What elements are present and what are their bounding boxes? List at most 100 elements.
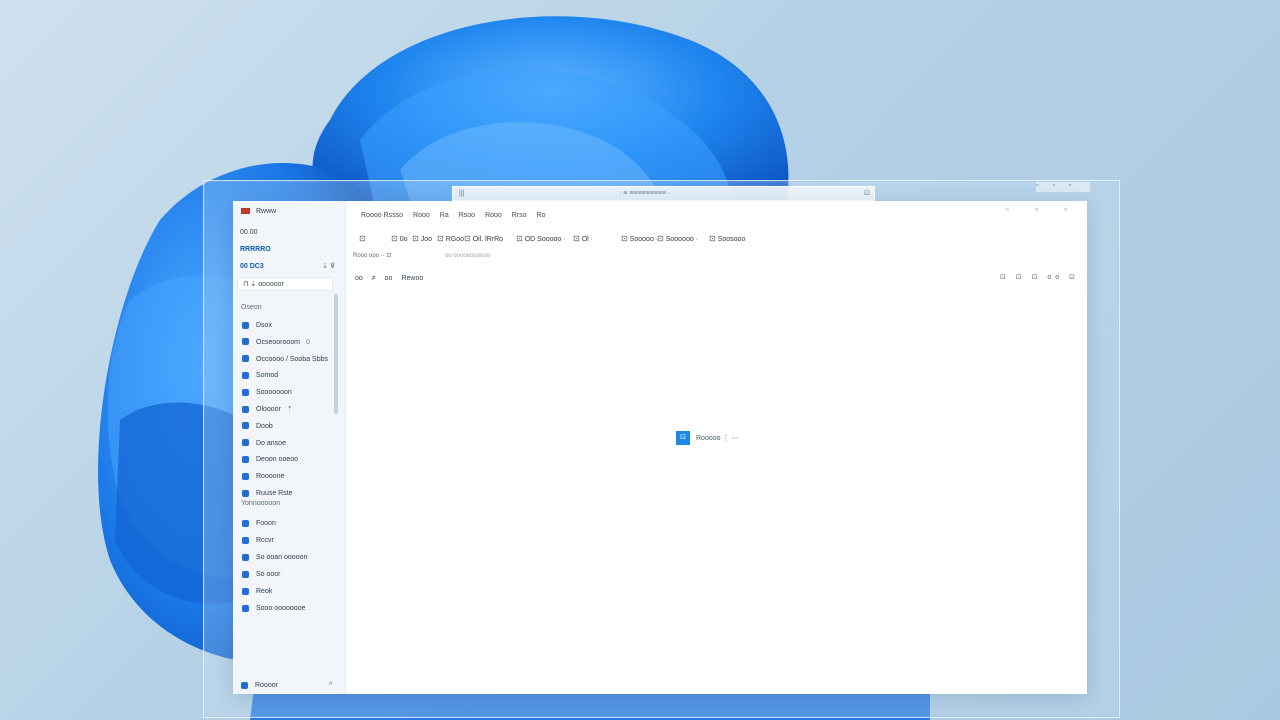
- toolbar-button[interactable]: ⊡Soosooo: [709, 232, 745, 247]
- filter-icon: ⊡: [573, 232, 580, 246]
- toolbar-button-label: OD Sooooo ·: [525, 236, 566, 243]
- title-bar-text: · ≡ ≡≡≡≡≡≡≡≡≡ ·: [619, 187, 670, 200]
- grid-icon: ⊡: [464, 232, 471, 246]
- toolbar-button[interactable]: ⊡Oil. lRrRo: [464, 232, 503, 247]
- menu-item[interactable]: Rooo: [413, 212, 430, 219]
- sidebar-item[interactable]: So ooan ooooon: [242, 552, 307, 564]
- sidebar-item[interactable]: Sooooooon: [242, 387, 292, 399]
- cut-icon: ⊡: [412, 232, 419, 246]
- toolbar-button[interactable]: ⊡RGoo: [437, 232, 464, 247]
- maximize-icon[interactable]: ⊡: [864, 187, 870, 200]
- address-bar[interactable]: Rooo ooo ·· ⊡ oo ooooooooooo: [345, 249, 1087, 263]
- menu-item[interactable]: Ro: [537, 212, 546, 219]
- sidebar-nav-row[interactable]: 00 00: [240, 227, 258, 239]
- sidebar-section-heading: Yonnooooon: [241, 498, 280, 510]
- sidebar-item[interactable]: Somod: [242, 370, 278, 382]
- folder-icon: [242, 520, 249, 527]
- toolbar-button[interactable]: ⊡: [359, 232, 368, 247]
- sidebar-item-label: Do ansoe: [256, 440, 286, 447]
- address-path[interactable]: Rooo ooo ·· ⊡: [353, 249, 391, 263]
- breadcrumb-item[interactable]: oo: [355, 275, 363, 282]
- empty-state: ⊡Rooooo ⋮ ⋯: [676, 431, 738, 446]
- folder-icon: [242, 355, 249, 362]
- empty-state-text: Rooooo ⋮ ⋯: [696, 435, 738, 442]
- breadcrumb-item[interactable]: Rewoo: [401, 275, 423, 282]
- title-bar[interactable]: ||| · ≡ ≡≡≡≡≡≡≡≡≡ · ⊡: [452, 186, 875, 201]
- window-controls-outer[interactable]: ▫ ▫ ▫: [1036, 182, 1090, 192]
- sidebar-item[interactable]: Oloooor⇡: [242, 404, 293, 416]
- folder-icon: [242, 322, 249, 329]
- view-controls[interactable]: ⊡ ⊡ ⊡ oo ⊡: [1000, 273, 1079, 281]
- sidebar-nav-row[interactable]: RRRRRO: [240, 244, 271, 256]
- menu-item[interactable]: Rsoo: [459, 212, 475, 219]
- sidebar-nav-row[interactable]: 00 DC3⇣ ⊽: [240, 261, 264, 273]
- footer-label: Roooor: [255, 682, 278, 689]
- sidebar-item-label: Somod: [256, 372, 278, 379]
- toolbar-button-label: Joo: [421, 236, 432, 243]
- toolbar-button[interactable]: ⊡Sooooo ·: [621, 232, 658, 247]
- menu-item[interactable]: Rooo: [485, 212, 502, 219]
- chevron-up-icon[interactable]: ^: [329, 680, 332, 692]
- sidebar-item[interactable]: Ocseoorooom0: [242, 337, 310, 349]
- footer-icon: [241, 682, 248, 689]
- sidebar-item[interactable]: Doob: [242, 421, 273, 433]
- sidebar-item-aux[interactable]: 0: [306, 339, 310, 346]
- folder-icon: [242, 554, 249, 561]
- sidebar-item[interactable]: Dsox: [242, 320, 272, 332]
- view-icon: ⊡: [437, 232, 444, 246]
- sidebar-item[interactable]: Rccvr: [242, 535, 274, 547]
- window-controls[interactable]: ▫ ▫ ▫: [1006, 205, 1079, 214]
- menu-item[interactable]: Rrso: [512, 212, 527, 219]
- share-icon: ⊡: [621, 232, 628, 246]
- toolbar-button[interactable]: ⊡0o: [391, 232, 408, 247]
- sidebar-item[interactable]: Deoon ooeoo: [242, 454, 298, 466]
- sidebar-item-label: So ooor: [256, 571, 281, 578]
- toolbar-button[interactable]: ⊡Ol ·: [573, 232, 593, 247]
- sidebar-item[interactable]: So ooor: [242, 569, 281, 581]
- folder-icon: [242, 605, 249, 612]
- toolbar-button-label: Ol ·: [582, 236, 593, 243]
- title-bar-left: |||: [459, 187, 464, 200]
- sidebar-nav-aux[interactable]: ⇣ ⊽: [322, 261, 336, 273]
- sidebar-item-label: Reok: [256, 588, 272, 595]
- sidebar-item[interactable]: Fooon: [242, 518, 276, 530]
- sidebar-item[interactable]: Sooo oooooooe: [242, 603, 305, 615]
- file-list-area[interactable]: ⊡Rooooo ⋮ ⋯: [346, 287, 1087, 694]
- breadcrumb-item[interactable]: ≠: [372, 275, 376, 282]
- folder-icon: [242, 571, 249, 578]
- sidebar-item[interactable]: Occoooo / Sooba Sbbs: [242, 354, 328, 366]
- folder-icon: [242, 439, 249, 446]
- file-explorer-window: Rwww 00 00RRRRRO00 DC3⇣ ⊽ ⊓ ⇣ oooooor Os…: [233, 201, 1087, 694]
- sidebar-scrollbar[interactable]: [334, 294, 338, 414]
- sidebar-item[interactable]: Do ansoe: [242, 438, 286, 450]
- sidebar-item[interactable]: Reok: [242, 586, 272, 598]
- sidebar-item-label: Roooone: [256, 473, 284, 480]
- sidebar-item-label: Ruuse Rste: [256, 490, 293, 497]
- folder-icon: [242, 473, 249, 480]
- toolbar-button[interactable]: ⊡OD Sooooo ·: [516, 232, 566, 247]
- sidebar-nav-label: RRRRRO: [240, 246, 271, 253]
- address-hint: oo ooooooooooo: [445, 249, 490, 263]
- sidebar-item-label: Dsox: [256, 322, 272, 329]
- circle-icon: ⊡: [359, 232, 366, 246]
- folder-icon: [242, 372, 249, 379]
- folder-icon: [242, 338, 249, 345]
- menu-item[interactable]: Ra: [440, 212, 449, 219]
- sidebar-item-label: Occoooo / Sooba Sbbs: [256, 356, 328, 363]
- menu-item[interactable]: Roooo Rssso: [361, 212, 403, 219]
- sidebar-item-label: Sooo oooooooe: [256, 605, 305, 612]
- sidebar-item[interactable]: Roooone: [242, 471, 284, 483]
- app-logo-icon: [241, 208, 250, 214]
- breadcrumb-item[interactable]: oo: [385, 275, 393, 282]
- toolbar-button-label: 0o: [400, 236, 408, 243]
- sidebar-nav-label: 00 DC3: [240, 263, 264, 270]
- sidebar-search[interactable]: ⊓ ⇣ oooooor: [237, 277, 333, 291]
- sidebar-footer[interactable]: Roooor ^: [241, 680, 278, 692]
- sidebar-item-aux[interactable]: ⇡: [287, 406, 293, 413]
- toolbar-button[interactable]: ⊡Joo: [412, 232, 432, 247]
- sidebar-item-label: Doob: [256, 423, 273, 430]
- copy-icon: ⊡: [391, 232, 398, 246]
- toolbar-button[interactable]: ⊡Soooooo ·: [657, 232, 698, 247]
- sidebar-item-label: So ooan ooooon: [256, 554, 307, 561]
- app-header: Rwww: [241, 207, 276, 217]
